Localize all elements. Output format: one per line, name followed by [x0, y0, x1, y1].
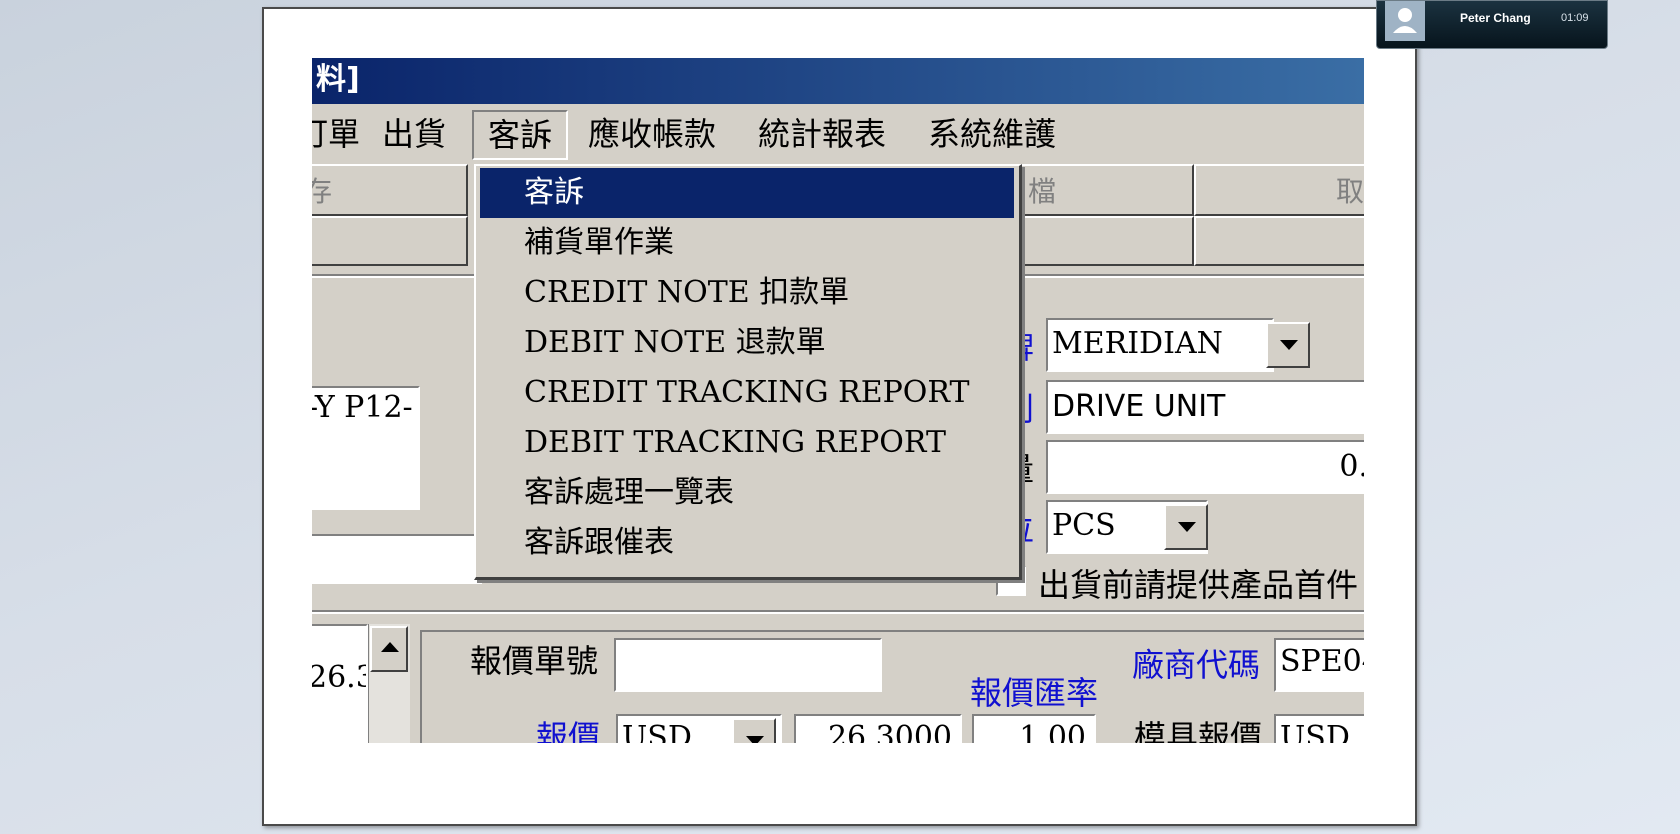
menu-order[interactable]: 訂單 [312, 114, 360, 156]
divider-2 [312, 610, 1364, 614]
brand-dropdown-button[interactable] [1266, 322, 1310, 368]
call-indicator[interactable]: Peter Chang 01:09 [1376, 0, 1608, 49]
scroll-up-button[interactable] [370, 626, 408, 672]
price-list[interactable]: 26.30 [312, 624, 368, 743]
slide-bottom-margin [312, 743, 1364, 821]
description-text: -Y P12- [312, 390, 413, 425]
toolbar-button-6[interactable] [1194, 216, 1364, 266]
quote-currency-dropdown[interactable] [732, 718, 776, 743]
mold-currency-select[interactable]: USD [1274, 714, 1364, 743]
toolbar-label-3: 取 [1336, 175, 1364, 208]
menu-item-debit-note[interactable]: DEBIT NOTE 退款單 [480, 318, 1014, 368]
menu-item-complaint[interactable]: 客訴 [480, 168, 1014, 218]
toolbar-button-3[interactable]: 取 [1194, 164, 1364, 216]
toolbar-button-4[interactable] [312, 216, 468, 266]
quote-currency-value: USD [622, 720, 692, 743]
toolbar-button-1[interactable]: 存 [312, 164, 468, 216]
vendor-code-label: 廠商代碼 [1132, 646, 1261, 684]
brand-select[interactable]: MERIDIAN [1046, 318, 1274, 372]
menu-item-replenishment[interactable]: 補貨單作業 [480, 218, 1014, 268]
brand-value: MERIDIAN [1052, 326, 1223, 361]
caller-name: Peter Chang [1460, 11, 1531, 25]
toolbar-button-5[interactable] [1018, 216, 1194, 266]
quote-rate-input[interactable]: 1.00 [972, 714, 1096, 743]
complaint-dropdown-menu: 客訴 補貨單作業 CREDIT NOTE 扣款單 DEBIT NOTE 退款單 … [474, 164, 1022, 580]
left-input[interactable] [312, 534, 482, 584]
menu-item-complaint-followup[interactable]: 客訴跟催表 [480, 518, 1014, 568]
menu-system[interactable]: 系統維護 [928, 114, 1056, 156]
quote-amount-input[interactable]: 26.3000 [794, 714, 962, 743]
toolbar-button-2[interactable]: 檔 [1018, 164, 1194, 216]
window-title-bar: 料] [312, 58, 1364, 104]
menu-reports[interactable]: 統計報表 [758, 114, 886, 156]
menu-bar: 訂單 出貨 客訴 應收帳款 統計報表 系統維護 [312, 104, 1364, 162]
mold-quote-label: 模具報價 [1134, 718, 1263, 743]
quote-rate-label: 報價匯率 [970, 674, 1099, 712]
menu-complaint[interactable]: 客訴 [472, 110, 569, 160]
toolbar-label-2: 檔 [1028, 175, 1057, 208]
mold-currency-value: USD [1280, 720, 1350, 743]
unit-dropdown-button[interactable] [1164, 504, 1208, 550]
price-value: 0. [1339, 449, 1364, 484]
menu-receivables[interactable]: 應收帳款 [588, 114, 716, 156]
price-input[interactable]: 0. [1046, 440, 1364, 494]
application-window: 料] 訂單 出貨 客訴 應收帳款 統計報表 系統維護 存 檔 取 -Y P12-… [312, 58, 1364, 743]
window-title: 料] [316, 62, 360, 97]
vendor-code-value: SPE04 [1280, 644, 1364, 679]
category-value: DRIVE UNIT [1052, 389, 1226, 424]
toolbar-label-1: 存 [312, 175, 333, 208]
quote-label: 報價 [536, 718, 601, 743]
user-avatar-icon [1385, 1, 1425, 41]
menu-item-credit-tracking[interactable]: CREDIT TRACKING REPORT [480, 368, 1014, 418]
menu-item-debit-tracking[interactable]: DEBIT TRACKING REPORT [480, 418, 1014, 468]
unit-value: PCS [1052, 508, 1116, 543]
menu-item-complaint-list[interactable]: 客訴處理一覽表 [480, 468, 1014, 518]
menu-shipping[interactable]: 出貨 [382, 114, 446, 156]
description-box[interactable]: -Y P12- [312, 386, 420, 510]
quote-rate-value: 1.00 [1019, 720, 1086, 743]
category-input[interactable]: DRIVE UNIT [1046, 380, 1364, 434]
quote-amount-value: 26.3000 [827, 720, 952, 743]
quote-no-input[interactable] [614, 638, 882, 692]
first-article-label: 出貨前請提供產品首件 [1038, 566, 1359, 604]
call-duration: 01:09 [1561, 12, 1589, 24]
vendor-code-input[interactable]: SPE04 [1274, 638, 1364, 692]
menu-item-credit-note[interactable]: CREDIT NOTE 扣款單 [480, 268, 1014, 318]
price-list-value: 26.30 [312, 660, 366, 695]
quote-no-label: 報價單號 [470, 642, 599, 680]
